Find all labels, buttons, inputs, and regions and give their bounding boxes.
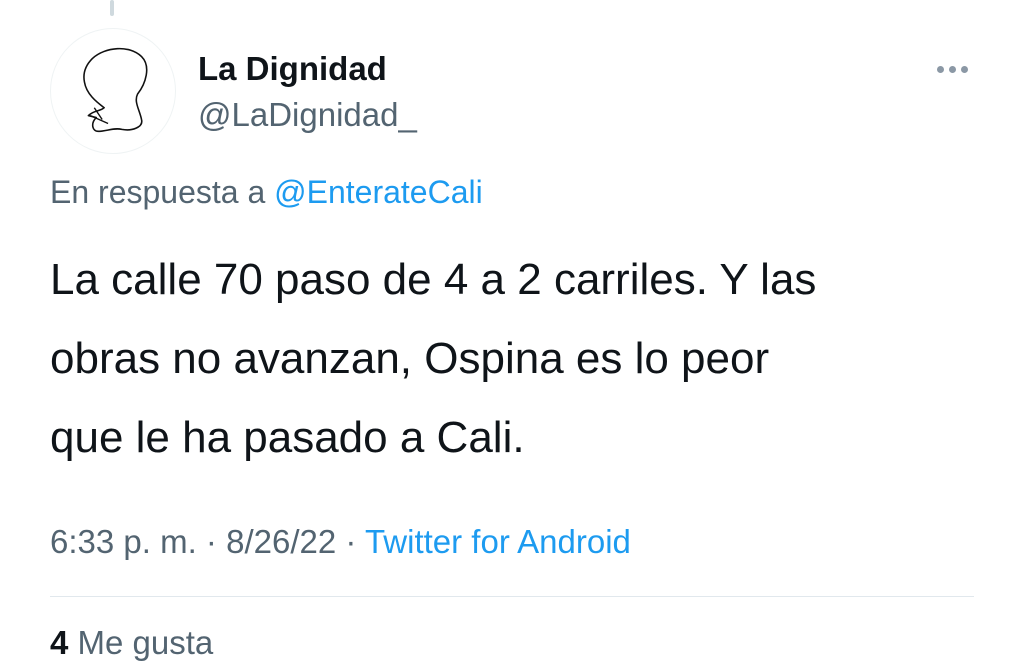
- tweet-metadata: 6:33 p. m. · 8/26/22 · Twitter for Andro…: [50, 523, 631, 561]
- tweet-text-line: obras no avanzan, Ospina es lo peor: [50, 334, 770, 383]
- author-handle[interactable]: @LaDignidad_: [198, 96, 417, 134]
- likes-count: 4: [50, 624, 69, 661]
- author-display-name[interactable]: La Dignidad: [198, 50, 387, 88]
- meta-separator: ·: [345, 523, 357, 560]
- reply-mention-link[interactable]: @EnterateCali: [274, 174, 483, 210]
- more-options-button[interactable]: [926, 54, 978, 84]
- tweet-text: La calle 70 paso de 4 a 2 carriles. Y la…: [50, 240, 990, 477]
- thread-connector-line: [110, 0, 114, 16]
- tweet-time[interactable]: 6:33 p. m.: [50, 523, 197, 560]
- likes-label: Me gusta: [77, 624, 214, 661]
- more-dot: [936, 65, 944, 73]
- tweet-source-link[interactable]: Twitter for Android: [365, 523, 631, 560]
- tweet-text-line: que le ha pasado a Cali.: [50, 413, 525, 462]
- tweet-date[interactable]: 8/26/22: [226, 523, 336, 560]
- divider: [50, 596, 974, 597]
- more-dot: [948, 65, 956, 73]
- reply-prefix: En respuesta a: [50, 174, 266, 210]
- tweet-text-line: La calle 70 paso de 4 a 2 carriles. Y la…: [50, 255, 817, 304]
- more-dot: [960, 65, 968, 73]
- reply-context: En respuesta a @EnterateCali: [50, 174, 483, 211]
- avatar-drawing-icon: [83, 47, 148, 133]
- likes-stat[interactable]: 4 Me gusta: [50, 624, 213, 662]
- tweet-detail: La Dignidad @LaDignidad_ En respuesta a …: [0, 0, 1024, 663]
- meta-separator: ·: [205, 523, 217, 560]
- avatar[interactable]: [50, 28, 176, 154]
